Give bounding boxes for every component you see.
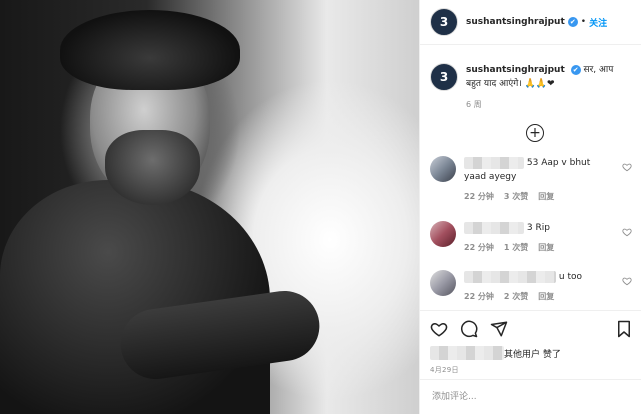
caption-verified-badge-icon: ✔ — [570, 65, 581, 75]
photo-beard — [105, 130, 200, 205]
share-send-icon[interactable] — [490, 320, 508, 338]
commenter-avatar[interactable] — [430, 156, 456, 182]
follow-button[interactable]: 关注 — [589, 16, 607, 29]
comment-bubble-icon[interactable] — [460, 320, 478, 338]
blurred-username[interactable] — [464, 221, 524, 234]
like-heart-icon[interactable] — [430, 320, 448, 338]
caption-time[interactable]: 6 周 — [466, 98, 616, 112]
blurred-username[interactable] — [464, 156, 524, 169]
comment-like-count[interactable]: 3 次赞 — [504, 190, 528, 204]
author-avatar[interactable]: 3 — [430, 8, 458, 36]
comment-item: 3 Rip 22 分钟 1 次赞 回复 — [430, 221, 636, 255]
comment-meta: 22 分钟 3 次赞 回复 — [464, 190, 614, 204]
comment-reply-button[interactable]: 回复 — [538, 241, 554, 255]
post-date[interactable]: 4月29日 — [420, 360, 641, 375]
heart-icon[interactable] — [622, 276, 632, 286]
comment-body: 3 Rip 22 分钟 1 次赞 回复 — [464, 221, 614, 255]
comment-item: 53 Aap v bhut yaad ayegy 22 分钟 3 次赞 回复 — [430, 156, 636, 204]
likes-text[interactable]: 其他用户 赞了 — [504, 347, 561, 360]
comment-body: 53 Aap v bhut yaad ayegy 22 分钟 3 次赞 回复 — [464, 156, 614, 204]
comment-time[interactable]: 22 分钟 — [464, 290, 494, 304]
add-comment-bar — [420, 379, 641, 414]
bookmark-icon[interactable] — [616, 320, 632, 338]
separator-dot: • — [580, 17, 587, 27]
commenter-avatar[interactable] — [430, 221, 456, 247]
add-comment-input[interactable] — [430, 391, 584, 403]
commenter-avatar[interactable] — [430, 270, 456, 296]
post-header: 3 sushantsinghrajput ✔ • 关注 — [420, 0, 641, 45]
plus-circle-icon: + — [529, 125, 541, 141]
post-sidebar: 3 sushantsinghrajput ✔ • 关注 3 sushantsin… — [419, 0, 641, 414]
author-username[interactable]: sushantsinghrajput — [466, 17, 565, 27]
instagram-post: 3 sushantsinghrajput ✔ • 关注 3 sushantsin… — [0, 0, 641, 414]
caption-text-block: sushantsinghrajput ✔ सर, आप बहुत याद आएं… — [466, 63, 616, 112]
heart-icon[interactable] — [622, 162, 632, 172]
comment-meta: 22 分钟 2 次赞 回复 — [464, 290, 614, 304]
comment-time[interactable]: 22 分钟 — [464, 241, 494, 255]
caption-username[interactable]: sushantsinghrajput — [466, 65, 565, 75]
comment-text: 3 Rip — [526, 223, 550, 233]
action-icons — [420, 311, 641, 338]
post-actions: 其他用户 赞了 4月29日 — [420, 310, 641, 375]
verified-badge-icon: ✔ — [567, 17, 578, 27]
likes-summary: 其他用户 赞了 — [420, 338, 641, 360]
comment-like-count[interactable]: 1 次赞 — [504, 241, 528, 255]
comment-body: u too 22 分钟 2 次赞 回复 — [464, 270, 614, 304]
caption-avatar[interactable]: 3 — [430, 63, 458, 91]
comment-reply-button[interactable]: 回复 — [538, 190, 554, 204]
comment-text: u too — [558, 272, 582, 282]
heart-icon[interactable] — [622, 227, 632, 237]
photo-hair — [60, 10, 240, 90]
load-more-comments-button[interactable]: + — [526, 124, 544, 142]
photo-body — [0, 180, 270, 414]
blurred-username[interactable] — [464, 270, 556, 283]
comment-reply-button[interactable]: 回复 — [538, 290, 554, 304]
comment-like-count[interactable]: 2 次赞 — [504, 290, 528, 304]
comment-time[interactable]: 22 分钟 — [464, 190, 494, 204]
blurred-liker-names[interactable] — [430, 346, 504, 360]
comment-meta: 22 分钟 1 次赞 回复 — [464, 241, 614, 255]
post-photo — [0, 0, 419, 414]
caption: 3 sushantsinghrajput ✔ सर, आप बहुत याद आ… — [420, 45, 641, 112]
comment-item: u too 22 分钟 2 次赞 回复 — [430, 270, 636, 304]
